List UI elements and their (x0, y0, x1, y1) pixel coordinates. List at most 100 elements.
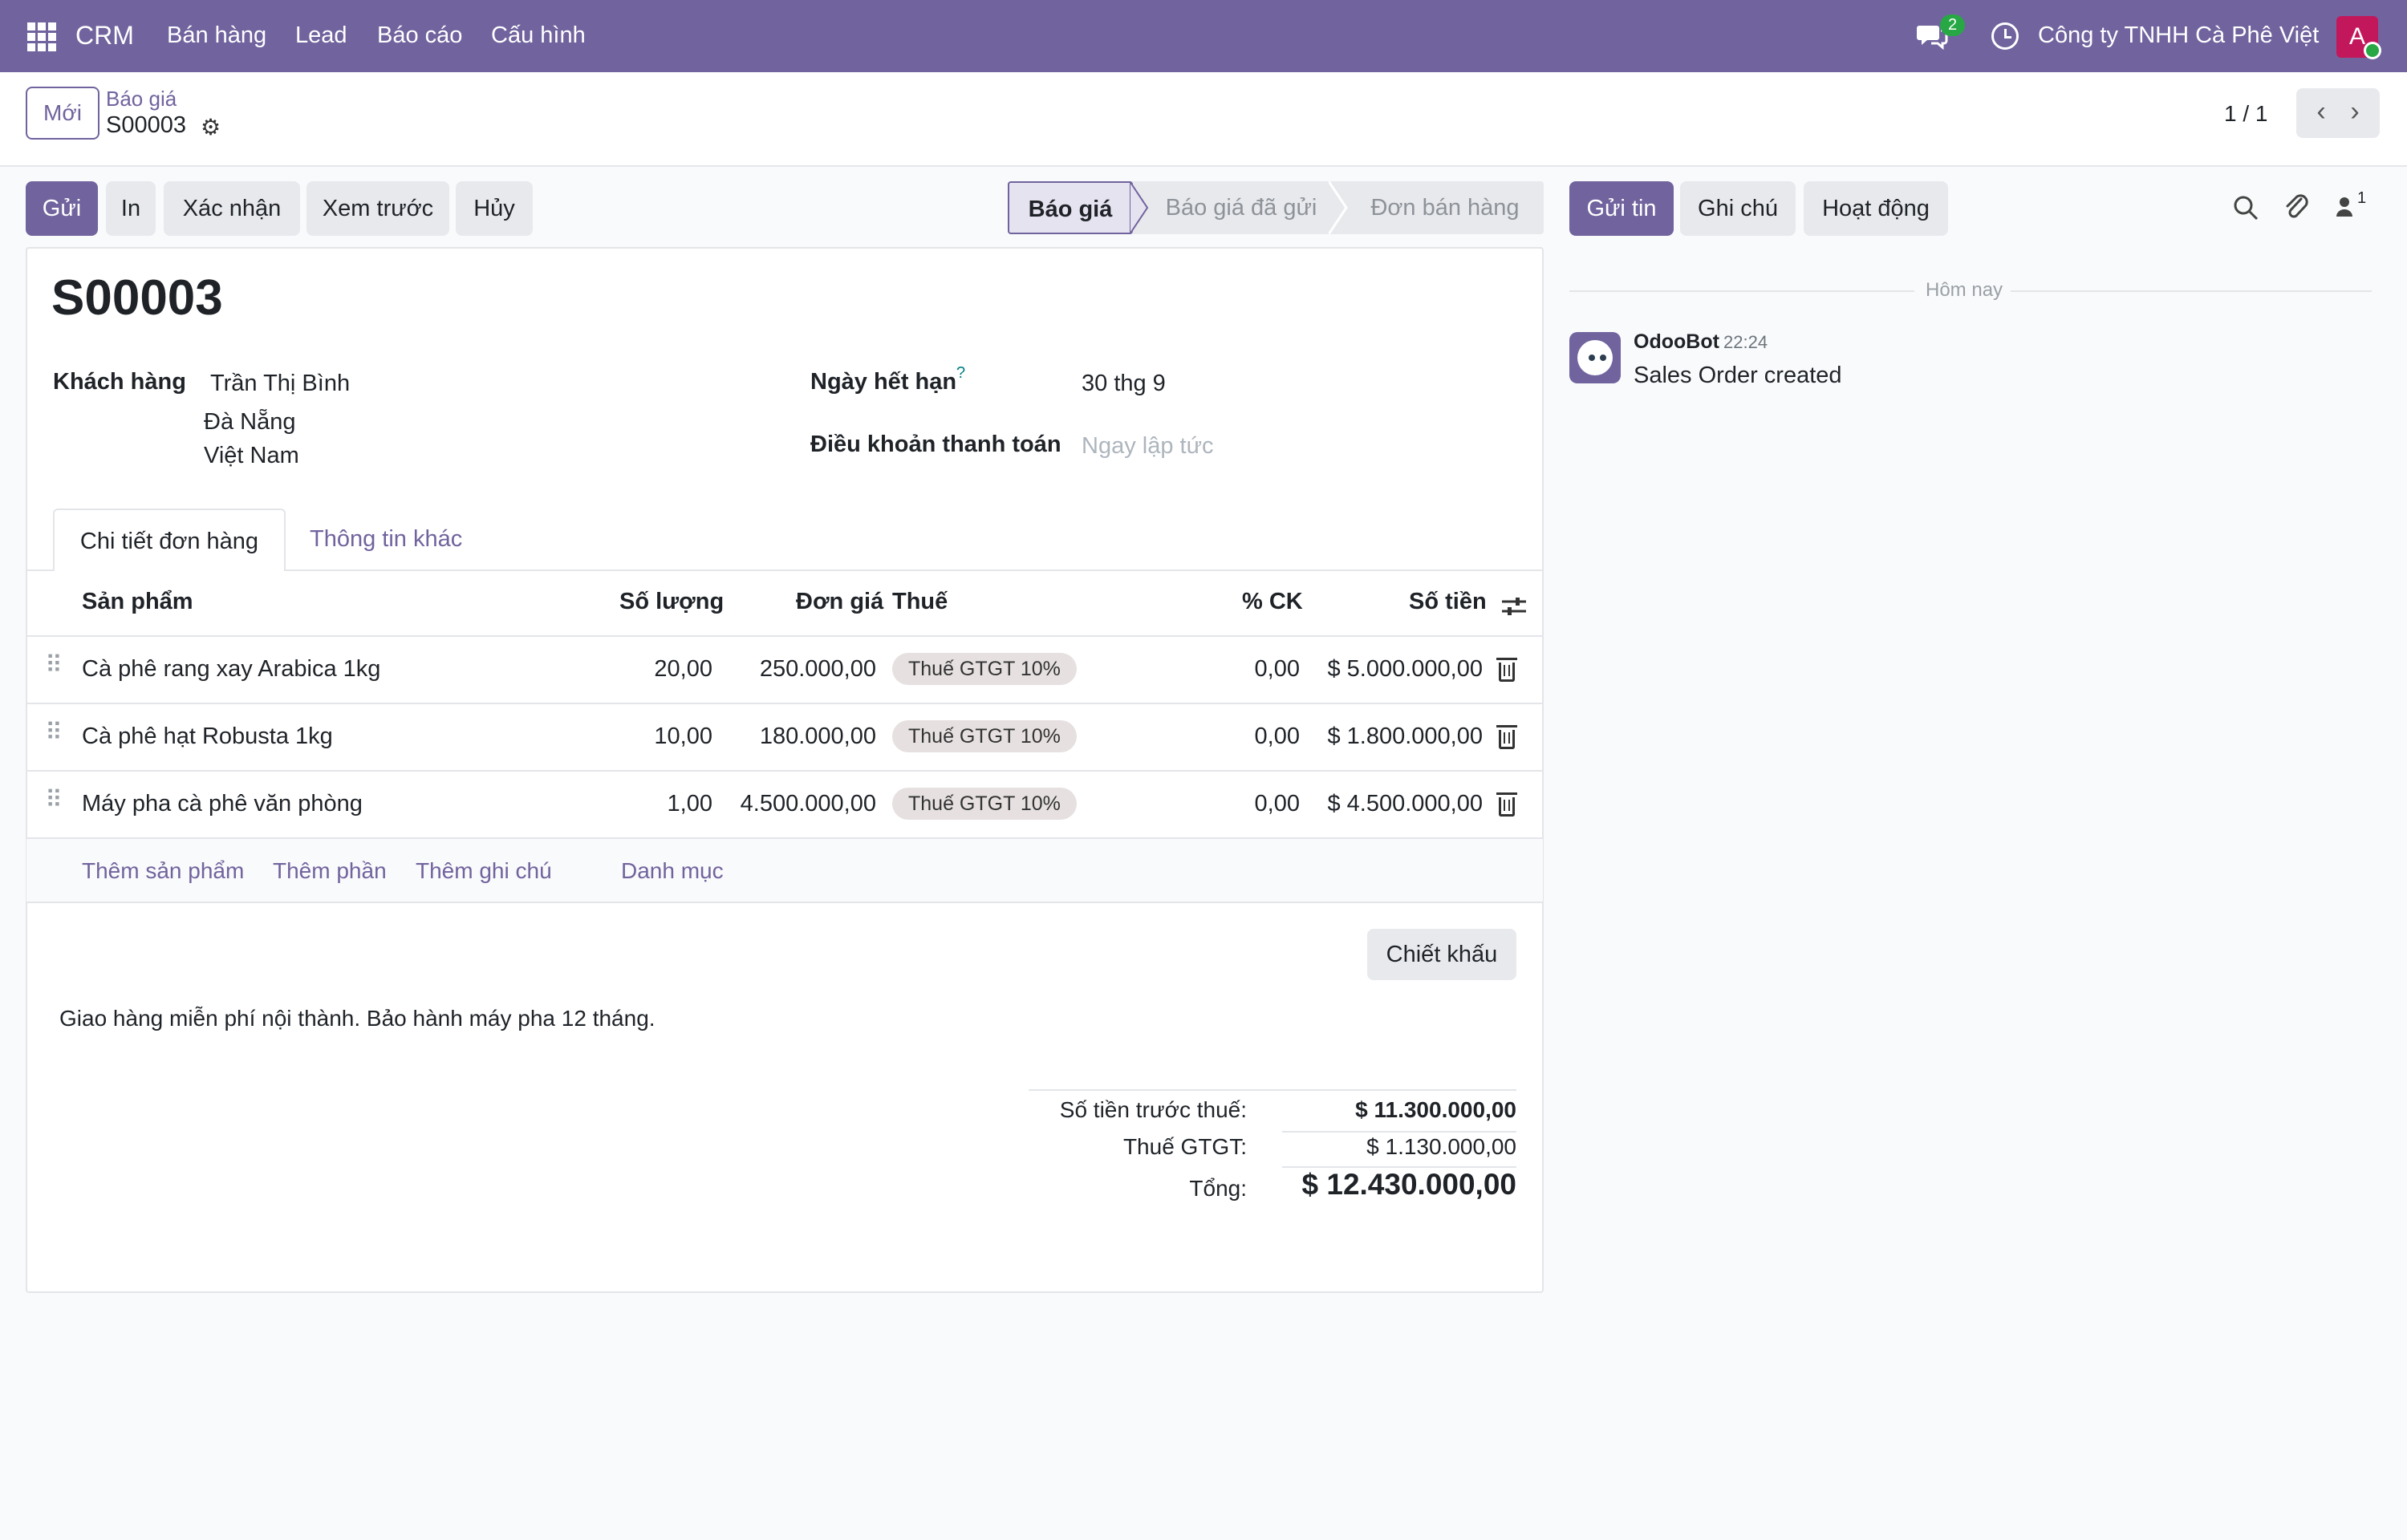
apps-menu-icon[interactable] (27, 22, 56, 51)
status-quotation[interactable]: Báo giá (1008, 181, 1133, 234)
status-arrow-2 (1329, 181, 1348, 234)
tax-value: $ 1.130.000,00 (1366, 1134, 1516, 1159)
line-amount: $ 1.800.000,00 (1327, 723, 1483, 749)
customer-name[interactable]: Trần Thị Bình (210, 371, 350, 397)
search-icon[interactable] (2232, 194, 2259, 221)
header-divider (26, 635, 1543, 637)
expiry-help-icon[interactable]: ? (956, 364, 965, 383)
new-button[interactable]: Mới (26, 87, 99, 140)
line-price[interactable]: 180.000,00 (716, 723, 876, 750)
add-product-link[interactable]: Thêm sản phẩm (82, 858, 244, 884)
tab-other-info[interactable]: Thông tin khác (310, 526, 462, 553)
col-amount[interactable]: Số tiền (1409, 589, 1487, 615)
line-qty[interactable]: 1,00 (562, 791, 712, 817)
message-body: Sales Order created (1634, 363, 1842, 388)
line-discount[interactable]: 0,00 (1220, 723, 1300, 750)
status-arrow-1 (1130, 181, 1149, 234)
col-unit-price[interactable]: Đơn giá (796, 589, 883, 615)
menu-reports[interactable]: Báo cáo (377, 22, 462, 49)
customer-country: Việt Nam (204, 443, 299, 468)
col-product[interactable]: Sản phẩm (82, 589, 193, 615)
totals-divider (1029, 1089, 1516, 1091)
pager-value[interactable]: 1 / 1 (2224, 101, 2267, 127)
line-product[interactable]: Cà phê rang xay Arabica 1kg (82, 656, 380, 683)
line-price[interactable]: 4.500.000,00 (716, 791, 876, 817)
menu-sales[interactable]: Bán hàng (167, 22, 266, 49)
menu-config[interactable]: Cấu hình (491, 22, 586, 49)
line-price[interactable]: 250.000,00 (716, 656, 876, 683)
menu-lead[interactable]: Lead (295, 22, 347, 49)
gear-icon[interactable]: ⚙ (201, 114, 221, 140)
payment-terms-field[interactable]: Ngay lập tức (1082, 433, 1213, 460)
paperclip-icon[interactable] (2282, 191, 2309, 221)
confirm-button[interactable]: Xác nhận (164, 181, 300, 236)
followers-count: 1 (2357, 189, 2367, 207)
odoobot-eye-icon (1600, 355, 1606, 361)
record-title: S00003 (51, 270, 223, 326)
totals-divider (1282, 1131, 1516, 1133)
line-discount[interactable]: 0,00 (1220, 656, 1300, 683)
total-label: Tổng: (1189, 1176, 1247, 1201)
followers-icon[interactable] (2335, 196, 2354, 218)
print-button[interactable]: In (106, 181, 156, 236)
catalog-link[interactable]: Danh mục (621, 858, 724, 884)
line-discount[interactable]: 0,00 (1220, 791, 1300, 817)
cancel-button[interactable]: Hủy (456, 181, 533, 236)
preview-button[interactable]: Xem trước (306, 181, 449, 236)
drag-handle-icon[interactable]: ⠿ (45, 786, 63, 814)
message-author[interactable]: OdooBot (1634, 330, 1719, 354)
activities-button[interactable]: Hoạt động (1804, 181, 1948, 236)
line-product[interactable]: Cà phê hạt Robusta 1kg (82, 723, 333, 750)
expiry-field[interactable]: 30 thg 9 (1082, 371, 1166, 397)
tab-order-lines[interactable]: Chi tiết đơn hàng (53, 509, 286, 571)
line-tax-tag[interactable]: Thuế GTGT 10% (892, 653, 1077, 685)
send-message-button[interactable]: Gửi tin (1569, 181, 1674, 236)
line-tax-tag[interactable]: Thuế GTGT 10% (892, 720, 1077, 752)
delete-trash-icon[interactable] (1496, 792, 1517, 817)
line-product[interactable]: Máy pha cà phê văn phòng (82, 791, 363, 817)
control-panel: Mới Báo giá S00003 ⚙ 1 / 1 ‹ › (0, 72, 2407, 167)
row-divider (26, 703, 1543, 704)
customer-label: Khách hàng (53, 369, 186, 395)
add-note-link[interactable]: Thêm ghi chú (416, 858, 552, 884)
col-discount[interactable]: % CK (1242, 589, 1303, 615)
tax-label: Thuế GTGT: (1122, 1134, 1247, 1159)
status-quotation-sent[interactable]: Báo giá đã gửi (1152, 181, 1330, 234)
payment-terms-label: Điều khoản thanh toán (810, 432, 1061, 457)
line-qty[interactable]: 20,00 (562, 656, 712, 683)
send-button[interactable]: Gửi (26, 181, 98, 236)
top-navbar: CRM Bán hàng Lead Báo cáo Cấu hình 2 Côn… (0, 0, 2407, 72)
breadcrumb-quotations[interactable]: Báo giá (106, 87, 177, 111)
drag-handle-icon[interactable]: ⠿ (45, 719, 63, 747)
delete-trash-icon[interactable] (1496, 725, 1517, 749)
drag-handle-icon[interactable]: ⠿ (45, 651, 63, 679)
breadcrumb-record: S00003 (106, 112, 186, 138)
app-brand[interactable]: CRM (75, 21, 134, 51)
line-amount: $ 4.500.000,00 (1327, 791, 1483, 817)
log-note-button[interactable]: Ghi chú (1680, 181, 1796, 236)
pager-next-icon[interactable]: › (2330, 88, 2380, 138)
terms-note[interactable]: Giao hàng miễn phí nội thành. Bảo hành m… (59, 1006, 656, 1031)
untaxed-value: $ 11.300.000,00 (1355, 1097, 1516, 1122)
total-value: $ 12.430.000,00 (1301, 1168, 1516, 1201)
delete-trash-icon[interactable] (1496, 658, 1517, 682)
col-tax[interactable]: Thuế (892, 589, 948, 615)
online-status-dot (2364, 42, 2381, 59)
today-divider (2011, 290, 2372, 292)
line-qty[interactable]: 10,00 (562, 723, 712, 750)
company-switcher[interactable]: Công ty TNHH Cà Phê Việt (2038, 22, 2319, 49)
line-amount: $ 5.000.000,00 (1327, 656, 1483, 682)
discount-button[interactable]: Chiết khấu (1367, 929, 1516, 980)
col-quantity[interactable]: Số lượng (619, 589, 724, 615)
today-label: Hôm nay (1926, 279, 2003, 301)
status-sales-order[interactable]: Đơn bán hàng (1351, 181, 1539, 234)
odoobot-eye-icon (1589, 355, 1595, 361)
optional-columns-icon[interactable] (1502, 595, 1526, 618)
row-divider (26, 770, 1543, 772)
activity-clock-icon[interactable] (1991, 22, 2019, 50)
add-section-link[interactable]: Thêm phần (273, 858, 387, 884)
today-divider (1569, 290, 1914, 292)
odoobot-face-icon (1577, 340, 1613, 375)
customer-city: Đà Nẵng (204, 409, 296, 435)
line-tax-tag[interactable]: Thuế GTGT 10% (892, 788, 1077, 820)
